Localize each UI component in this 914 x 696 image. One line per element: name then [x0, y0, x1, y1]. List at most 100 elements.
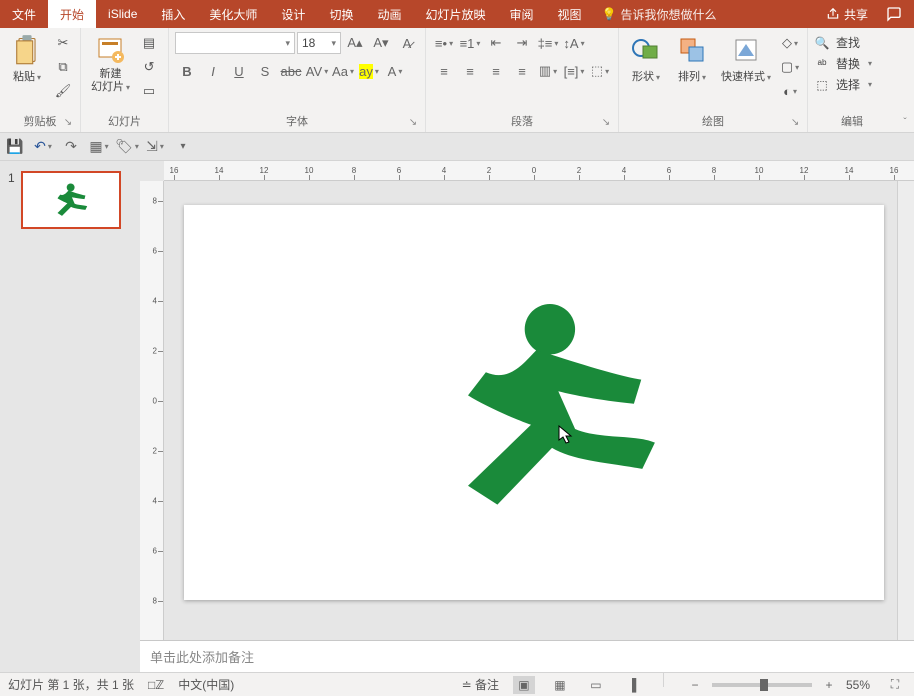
- thumb-1[interactable]: [21, 171, 121, 229]
- arrange-button[interactable]: 排列: [671, 32, 713, 86]
- spellcheck-button[interactable]: □ℤ: [148, 678, 164, 692]
- font-launcher[interactable]: ↘: [407, 117, 419, 129]
- shape-outline-button[interactable]: ▢: [779, 56, 801, 78]
- normal-view-button[interactable]: ▣: [513, 676, 535, 694]
- italic-button[interactable]: I: [201, 60, 225, 82]
- zoom-level[interactable]: 55%: [846, 678, 870, 692]
- bulb-icon: 💡: [602, 7, 617, 21]
- language-indicator[interactable]: 中文(中国): [178, 676, 234, 693]
- underline-button[interactable]: U: [227, 60, 251, 82]
- tab-file[interactable]: 文件: [0, 0, 48, 28]
- font-name-combo[interactable]: ▾: [175, 32, 295, 54]
- tab-animation[interactable]: 动画: [365, 0, 413, 28]
- shadow-button[interactable]: S: [253, 60, 277, 82]
- tab-beautify[interactable]: 美化大师: [197, 0, 269, 28]
- copy-button[interactable]: ⧉: [52, 56, 74, 78]
- decrease-indent-button[interactable]: ⇤: [484, 32, 508, 54]
- strike-button[interactable]: abc: [279, 60, 303, 82]
- decrease-font-button[interactable]: A▾: [369, 32, 393, 54]
- tab-view[interactable]: 视图: [546, 0, 594, 28]
- tab-review[interactable]: 审阅: [497, 0, 545, 28]
- shapes-button[interactable]: 形状: [625, 32, 667, 86]
- align-right-button[interactable]: ≡: [484, 60, 508, 82]
- zoom-slider[interactable]: [712, 683, 812, 687]
- change-case-button[interactable]: Aa: [331, 60, 355, 82]
- collapse-ribbon-button[interactable]: ˇ: [896, 28, 914, 132]
- reset-button[interactable]: ↺: [138, 56, 160, 78]
- redo-button[interactable]: ↷: [62, 138, 80, 156]
- slide-counter[interactable]: 幻灯片 第 1 张，共 1 张: [8, 676, 134, 693]
- tab-transition[interactable]: 切换: [317, 0, 365, 28]
- text-direction-button[interactable]: ↕A: [562, 32, 586, 54]
- justify-button[interactable]: ≡: [510, 60, 534, 82]
- sorter-view-button[interactable]: ▦: [549, 676, 571, 694]
- qat-customize[interactable]: ▾: [174, 138, 192, 156]
- font-size-value: 18: [302, 36, 315, 50]
- tab-islide[interactable]: iSlide: [96, 0, 149, 28]
- select-label: 选择: [836, 76, 860, 93]
- select-button[interactable]: ⬚选择: [814, 76, 872, 93]
- line-spacing-button[interactable]: ‡≡: [536, 32, 560, 54]
- clipboard-launcher[interactable]: ↘: [62, 117, 74, 129]
- group-slides: 新建 幻灯片 ▤ ↺ ▭ 幻灯片: [81, 28, 169, 132]
- smartart-button[interactable]: ⬚: [588, 60, 612, 82]
- tab-insert[interactable]: 插入: [149, 0, 197, 28]
- section-button[interactable]: ▭: [138, 80, 160, 102]
- tab-design[interactable]: 设计: [269, 0, 317, 28]
- comments-button[interactable]: [886, 6, 902, 22]
- char-spacing-button[interactable]: AV: [305, 60, 329, 82]
- tell-me[interactable]: 💡 告诉我你想做什么: [594, 0, 725, 28]
- qat-button-2[interactable]: ⇲: [146, 138, 164, 156]
- tab-slideshow[interactable]: 幻灯片放映: [413, 0, 497, 28]
- align-text-button[interactable]: [≡]: [562, 60, 586, 82]
- share-button[interactable]: 共享: [826, 6, 868, 23]
- numbering-button[interactable]: ≡1: [458, 32, 482, 54]
- cut-button[interactable]: ✂: [52, 32, 74, 54]
- save-button[interactable]: 💾: [6, 138, 24, 156]
- increase-indent-button[interactable]: ⇥: [510, 32, 534, 54]
- slideshow-view-button[interactable]: ▐: [621, 676, 643, 694]
- reading-view-button[interactable]: ▭: [585, 676, 607, 694]
- paragraph-launcher[interactable]: ↘: [600, 117, 612, 129]
- align-left-button[interactable]: ≡: [432, 60, 456, 82]
- fit-to-window-button[interactable]: ⛶: [884, 676, 906, 694]
- bullets-button[interactable]: ≡•: [432, 32, 456, 54]
- notes-placeholder: 单击此处添加备注: [150, 650, 254, 665]
- group-editing: 🔍查找 ᵃᵇ替换 ⬚选择 编辑: [808, 28, 896, 132]
- undo-button[interactable]: ↶: [34, 138, 52, 156]
- layout-button[interactable]: ▤: [138, 32, 160, 54]
- start-slideshow-button[interactable]: ▦: [90, 138, 108, 156]
- find-button[interactable]: 🔍查找: [814, 34, 872, 51]
- group-paragraph-label: 段落: [511, 116, 533, 128]
- format-painter-button[interactable]: 🖌: [52, 80, 74, 102]
- notes-pane[interactable]: 单击此处添加备注: [140, 640, 914, 672]
- vertical-scrollbar[interactable]: [897, 181, 914, 640]
- quick-styles-button[interactable]: 快速样式: [717, 32, 775, 86]
- align-center-button[interactable]: ≡: [458, 60, 482, 82]
- new-slide-button[interactable]: 新建 幻灯片: [87, 32, 134, 96]
- replace-button[interactable]: ᵃᵇ替换: [814, 55, 872, 72]
- slide-thumbnails-pane[interactable]: 1: [0, 161, 140, 672]
- highlight-button[interactable]: ay: [357, 60, 381, 82]
- font-color-button[interactable]: A: [383, 60, 407, 82]
- running-person-shape[interactable]: [432, 303, 672, 513]
- shape-effects-button[interactable]: ◐: [779, 80, 801, 102]
- zoom-in-button[interactable]: +: [818, 676, 840, 694]
- shape-fill-button[interactable]: ◇: [779, 32, 801, 54]
- editor-area: 1614121086420246810121416 864202468 单击此处…: [140, 161, 914, 672]
- tab-home[interactable]: 开始: [48, 0, 96, 28]
- slide-canvas[interactable]: [184, 205, 884, 600]
- zoom-out-button[interactable]: −: [684, 676, 706, 694]
- columns-button[interactable]: ▥: [536, 60, 560, 82]
- clear-format-button[interactable]: A̷: [395, 32, 419, 54]
- slide-stage[interactable]: [164, 181, 897, 640]
- drawing-launcher[interactable]: ↘: [789, 117, 801, 129]
- font-size-combo[interactable]: 18▾: [297, 32, 341, 54]
- group-clipboard-label: 剪贴板: [24, 116, 57, 128]
- qat-button-1[interactable]: 🏷: [118, 138, 136, 156]
- paste-button[interactable]: 粘贴: [6, 32, 48, 86]
- increase-font-button[interactable]: A▴: [343, 32, 367, 54]
- bold-button[interactable]: B: [175, 60, 199, 82]
- notes-toggle[interactable]: ≐ 备注: [462, 676, 499, 693]
- share-label: 共享: [844, 6, 868, 23]
